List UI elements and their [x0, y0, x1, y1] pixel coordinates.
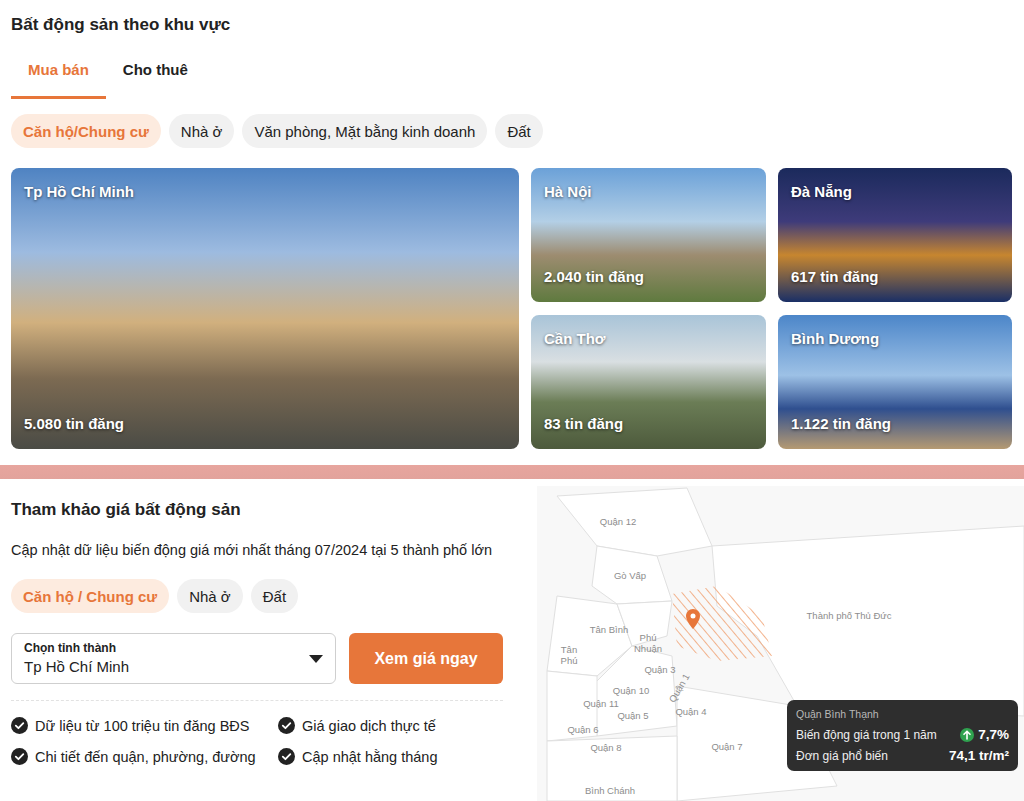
chevron-down-icon	[309, 655, 323, 663]
tooltip-district: Quận Bình Thạnh	[796, 708, 1009, 721]
city-card[interactable]: Cần Thơ 83 tin đăng	[531, 315, 766, 449]
district-label: Thành phố Thủ Đức	[807, 610, 892, 621]
tooltip-row: Đơn giá phổ biến 74,1 tr/m²	[796, 748, 1009, 763]
type-chip[interactable]: Đất	[251, 579, 298, 613]
city-listings: 2.040 tin đăng	[544, 267, 753, 287]
district-label: Quận 11	[583, 698, 619, 709]
region-section: Bất động sản theo khu vực Mua bánCho thuê…	[0, 0, 1024, 465]
check-icon	[278, 717, 295, 734]
district-label: Quận 5	[617, 710, 648, 721]
city-name: Bình Dương	[791, 329, 999, 349]
check-icon	[11, 748, 28, 765]
province-select[interactable]: Chọn tỉnh thànhTp Hồ Chí Minh	[11, 633, 336, 684]
city-name: Đà Nẵng	[791, 182, 999, 202]
district-label: Tân Phú	[556, 644, 582, 666]
category-chip[interactable]: Văn phòng, Mặt bằng kinh doanh	[242, 114, 487, 148]
divider-band	[0, 465, 1024, 479]
select-label: Chọn tỉnh thành	[24, 641, 129, 656]
view-price-button[interactable]: Xem giá ngay	[349, 633, 503, 684]
city-name: Hà Nội	[544, 182, 753, 202]
dashed-separator	[11, 700, 503, 701]
district-label: Quận 10	[613, 685, 649, 696]
page: Bất động sản theo khu vực Mua bánCho thuê…	[0, 0, 1024, 801]
feature-item: Giá giao dịch thực tế	[278, 710, 503, 741]
city-card[interactable]: Đà Nẵng 617 tin đăng	[778, 168, 1012, 302]
district-label: Tân Bình	[590, 624, 629, 635]
price-title: Tham khảo giá bất động sản	[11, 499, 503, 521]
tab[interactable]: Mua bán	[11, 50, 106, 99]
city-listings: 83 tin đăng	[544, 414, 753, 434]
price-description: Cập nhật dữ liệu biến động giá mới nhất …	[11, 539, 503, 562]
tab-bar: Mua bánCho thuê	[11, 50, 1013, 99]
district-label: Quận 4	[675, 706, 706, 717]
city-card[interactable]: Tp Hồ Chí Minh 5.080 tin đăng	[11, 168, 519, 449]
feature-item: Chi tiết đến quận, phường, đường	[11, 741, 278, 772]
price-section: Tham khảo giá bất động sản Cập nhật dữ li…	[0, 479, 1024, 801]
district-label: Quận 3	[644, 664, 675, 675]
check-icon	[11, 717, 28, 734]
district-label: Quận 8	[590, 742, 621, 753]
district-label: Phú Nhuận	[631, 632, 665, 654]
tooltip-label: Đơn giá phổ biến	[796, 749, 888, 763]
type-chip[interactable]: Nhà ở	[177, 579, 243, 613]
tooltip-value: 7,7%	[960, 727, 1009, 742]
district-tooltip: Quận Bình Thạnh Biến động giá trong 1 năm…	[787, 700, 1018, 771]
select-value: Tp Hồ Chí Minh	[24, 656, 129, 677]
category-chip[interactable]: Căn hộ/Chung cư	[11, 114, 161, 148]
district-label: Quận 6	[567, 724, 598, 735]
section-title: Bất động sản theo khu vực	[11, 14, 1013, 36]
feature-list: Dữ liệu từ 100 triệu tin đăng BĐSGiá gia…	[11, 710, 503, 772]
feature-item: Cập nhật hằng tháng	[278, 741, 503, 772]
city-card[interactable]: Hà Nội 2.040 tin đăng	[531, 168, 766, 302]
district-label: Quận 7	[711, 741, 742, 752]
district-label: Quận 12	[600, 516, 636, 527]
price-form: Tham khảo giá bất động sản Cập nhật dữ li…	[11, 479, 503, 801]
type-chips: Căn hộ / Chung cưNhà ởĐất	[11, 579, 503, 613]
district-label: Bình Chánh	[585, 785, 635, 796]
district-label: Gò Vấp	[614, 570, 646, 581]
city-name: Tp Hồ Chí Minh	[24, 182, 506, 202]
category-chip[interactable]: Nhà ở	[169, 114, 235, 148]
city-grid: Tp Hồ Chí Minh 5.080 tin đăng Hà Nội 2.040 …	[11, 168, 1013, 449]
select-row: Chọn tỉnh thànhTp Hồ Chí Minh Xem giá nga…	[11, 633, 503, 684]
type-chip[interactable]: Căn hộ / Chung cư	[11, 579, 169, 613]
check-icon	[278, 748, 295, 765]
tab[interactable]: Cho thuê	[106, 50, 205, 99]
trend-up-icon	[960, 728, 974, 742]
tooltip-row: Biến động giá trong 1 năm 7,7%	[796, 727, 1009, 742]
location-pin-icon	[686, 609, 700, 629]
city-name: Cần Thơ	[544, 329, 753, 349]
feature-item: Dữ liệu từ 100 triệu tin đăng BĐS	[11, 710, 278, 741]
select-texts: Chọn tỉnh thànhTp Hồ Chí Minh	[24, 641, 129, 677]
category-chip[interactable]: Đất	[495, 114, 542, 148]
price-map[interactable]: Quận 12 Gò Vấp Tân BìnhPhú Nhuận Tân Phú Thà…	[537, 486, 1024, 801]
city-listings: 617 tin đăng	[791, 267, 999, 287]
city-listings: 1.122 tin đăng	[791, 414, 999, 434]
tooltip-value: 74,1 tr/m²	[949, 748, 1009, 763]
city-listings: 5.080 tin đăng	[24, 414, 506, 434]
category-chips: Căn hộ/Chung cưNhà ởVăn phòng, Mặt bằng …	[11, 114, 1013, 148]
tooltip-label: Biến động giá trong 1 năm	[796, 728, 937, 742]
city-card[interactable]: Bình Dương 1.122 tin đăng	[778, 315, 1012, 449]
